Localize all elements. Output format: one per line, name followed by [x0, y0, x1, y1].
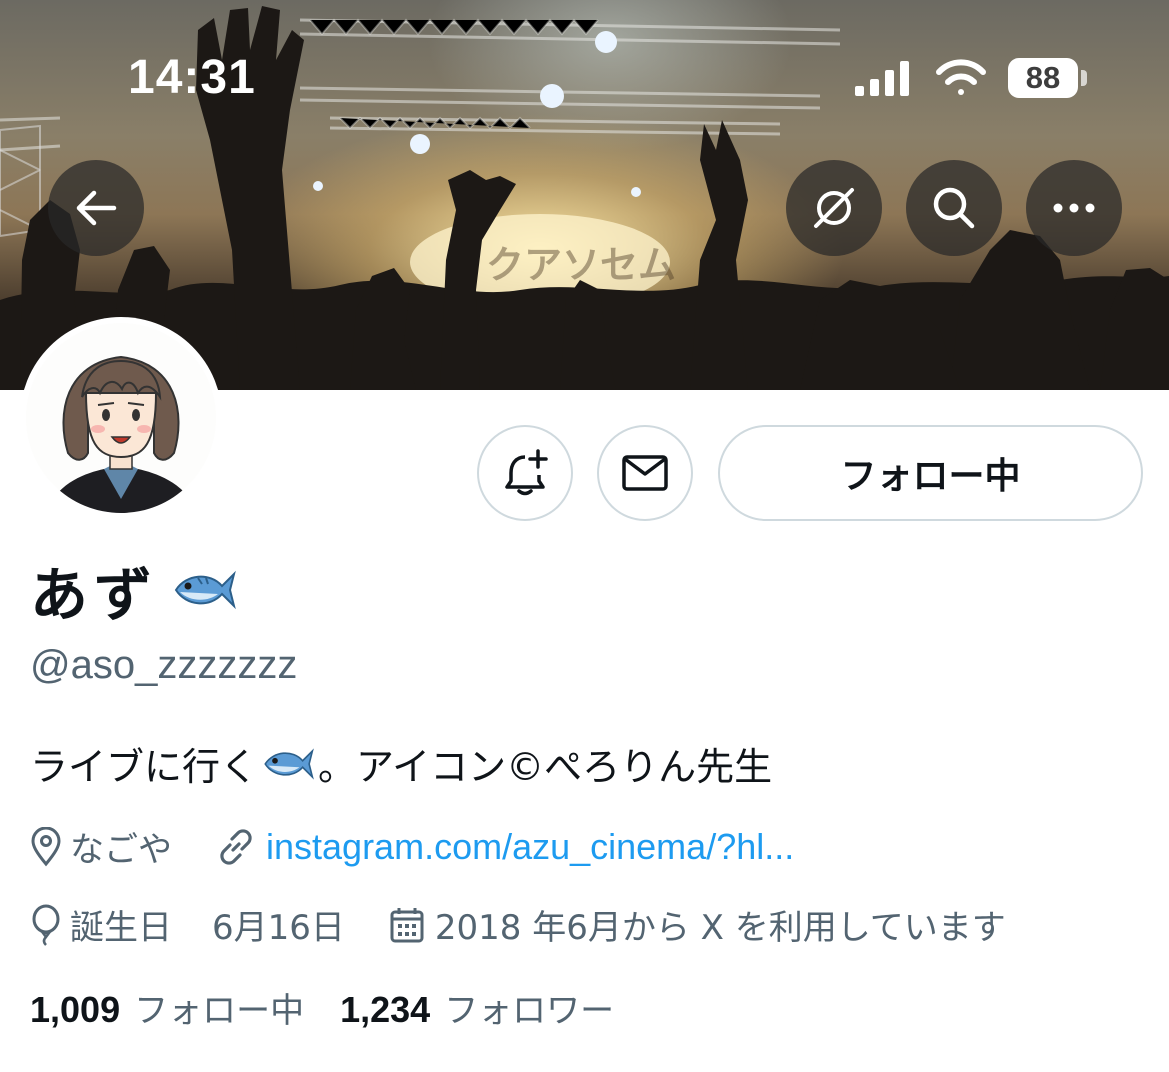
bio-text-start: ライブに行く: [30, 745, 259, 789]
followers-label[interactable]: フォロワー: [444, 983, 614, 1032]
bio: ライブに行く 。アイコン©ぺろりん先生: [30, 736, 772, 791]
calendar-icon: [389, 906, 425, 944]
link-icon: [216, 827, 256, 867]
location-icon: [30, 826, 62, 867]
joined-date: 2018 年6月から X を利用しています: [434, 908, 1006, 948]
meta-birthday-joined-row: 誕生日 6月16日 2018 年6月から X を利用しています: [30, 900, 1006, 949]
profile-link[interactable]: instagram.com/azu_cinema/?hl...: [266, 826, 794, 868]
display-name: あず: [30, 548, 236, 632]
display-name-text: あず: [30, 561, 159, 629]
notifications-button[interactable]: [477, 425, 573, 521]
following-button[interactable]: フォロー中: [718, 425, 1143, 521]
avatar-illustration: [26, 323, 216, 513]
wifi-icon: [936, 59, 986, 95]
followers-count[interactable]: 1,234: [340, 989, 430, 1031]
follow-stats: 1,009 フォロー中 1,234 フォロワー: [30, 983, 614, 1032]
stage-screen-text: クアソセム: [486, 243, 676, 287]
grok-button[interactable]: [786, 160, 882, 256]
message-button[interactable]: [597, 425, 693, 521]
bio-text-end: 。アイコン©ぺろりん先生: [318, 745, 773, 789]
fish-emoji-icon: [264, 747, 314, 780]
more-icon: [1053, 203, 1095, 213]
balloon-icon: [30, 904, 62, 946]
cellular-signal-icon: [855, 61, 909, 96]
meta-location-link-row: なごや instagram.com/azu_cinema/?hl...: [30, 822, 794, 871]
notification-bell-icon: [505, 449, 548, 496]
grok-icon: [814, 188, 854, 228]
status-icons: [855, 59, 986, 96]
battery-indicator: 88: [1008, 58, 1078, 98]
birthday-date: 6月16日: [212, 908, 345, 948]
battery-tip: [1081, 70, 1087, 86]
back-button[interactable]: [48, 160, 144, 256]
more-button[interactable]: [1026, 160, 1122, 256]
avatar[interactable]: [20, 317, 222, 519]
search-button[interactable]: [906, 160, 1002, 256]
username-handle: @aso_zzzzzzz: [30, 643, 298, 687]
following-count[interactable]: 1,009: [30, 989, 120, 1031]
back-arrow-icon: [76, 190, 117, 226]
status-time: 14:31: [128, 51, 256, 104]
location-text: なごや: [70, 830, 172, 870]
search-icon: [933, 187, 975, 229]
following-label[interactable]: フォロー中: [134, 983, 304, 1032]
fish-emoji-icon: [174, 570, 236, 610]
birthday-label: 誕生日: [70, 908, 172, 948]
mail-icon: [622, 455, 668, 491]
